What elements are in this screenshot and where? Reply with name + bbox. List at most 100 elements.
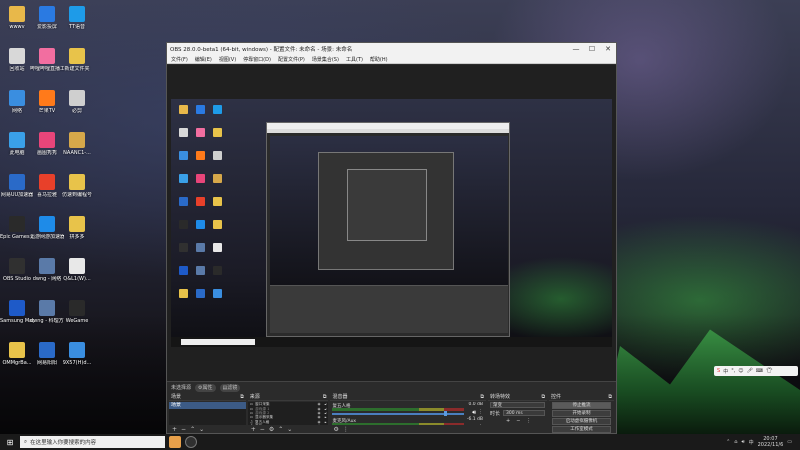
- eye-icon[interactable]: ◉: [317, 415, 321, 419]
- volume-knob[interactable]: [444, 411, 448, 416]
- move-down-icon[interactable]: ⌄: [199, 426, 204, 433]
- remove-scene-icon[interactable]: −: [181, 426, 186, 433]
- desktop-icon[interactable]: wwwv: [0, 6, 34, 30]
- menu-file[interactable]: 文件(F): [171, 56, 188, 63]
- add-transition-icon[interactable]: +: [506, 418, 510, 424]
- lock-icon[interactable]: 🔓︎: [324, 402, 328, 406]
- notification-icon[interactable]: ▭: [787, 439, 792, 445]
- minimize-button[interactable]: —: [568, 45, 584, 53]
- advanced-audio-icon[interactable]: ⚙: [333, 426, 338, 433]
- menu-scene-collection[interactable]: 场景集合(S): [312, 56, 339, 63]
- move-up-icon[interactable]: ⌃: [278, 426, 283, 433]
- desktop-icon[interactable]: 网络: [0, 90, 34, 114]
- scene-item[interactable]: 场景: [169, 402, 246, 409]
- ime-logo-icon[interactable]: S: [717, 368, 720, 374]
- undock-icon[interactable]: ⧉: [480, 394, 484, 400]
- desktop-icon[interactable]: 新建文件夹: [60, 48, 94, 72]
- ime-skin-icon[interactable]: 👕︎: [766, 368, 772, 374]
- volume-icon[interactable]: 🔊︎: [741, 439, 744, 445]
- eye-icon[interactable]: ◉: [317, 420, 321, 424]
- source-settings-icon[interactable]: ⚙: [269, 426, 274, 433]
- menu-help[interactable]: 帮助(H): [370, 56, 388, 63]
- ime-mic-icon[interactable]: 🎤︎: [747, 368, 753, 374]
- move-up-icon[interactable]: ⌃: [190, 426, 195, 433]
- undock-icon[interactable]: ⧉: [608, 394, 612, 400]
- transition-menu-icon[interactable]: ⋮: [526, 418, 531, 424]
- menu-edit[interactable]: 编辑(E): [195, 56, 212, 63]
- eye-icon[interactable]: ◉: [317, 411, 321, 415]
- taskbar-app-icon[interactable]: [169, 436, 181, 448]
- network-icon[interactable]: ⌂: [734, 439, 737, 445]
- desktop-icon[interactable]: 9X57(H)d...: [60, 342, 94, 366]
- undock-icon[interactable]: ⧉: [323, 394, 327, 400]
- undock-icon[interactable]: ⧉: [541, 394, 545, 400]
- eye-icon[interactable]: ◉: [317, 402, 321, 406]
- desktop-icon[interactable]: dwng - 科理方式: [30, 300, 64, 324]
- ime-icon[interactable]: 中: [749, 439, 754, 446]
- desktop-icon[interactable]: 芒果TV: [30, 90, 64, 114]
- input-method-bar[interactable]: S 中 °, ☺ 🎤︎ ⌨ 👕︎: [714, 366, 798, 376]
- start-recording-button[interactable]: 开始录制: [552, 410, 611, 417]
- ime-mode-icon[interactable]: 中: [723, 368, 728, 375]
- desktop-icon[interactable]: 仿速到编程号: [60, 174, 94, 198]
- desktop-icon[interactable]: Epic Games Launcher: [0, 216, 34, 240]
- desktop-icon[interactable]: dwng - 网络: [30, 258, 64, 282]
- add-scene-icon[interactable]: +: [172, 426, 177, 433]
- desktop-icon[interactable]: 必剪: [60, 90, 94, 114]
- filters-button[interactable]: ▤ 滤镜: [219, 383, 241, 392]
- start-virtual-camera-button[interactable]: 启动虚拟摄像机: [552, 418, 611, 425]
- preview-canvas[interactable]: [171, 99, 612, 347]
- desktop-icon[interactable]: 哔哩哔哩直播工具: [30, 48, 64, 72]
- desktop-icon[interactable]: 拼多多: [60, 216, 94, 240]
- menu-profile[interactable]: 配置文件(P): [278, 56, 305, 63]
- desktop-icon[interactable]: 此电脑: [0, 132, 34, 156]
- desktop-icon[interactable]: 喜马拉雅: [30, 174, 64, 198]
- lock-icon[interactable]: 🔓︎: [324, 407, 328, 411]
- menu-view[interactable]: 视图(V): [219, 56, 236, 63]
- eye-icon[interactable]: ◉: [317, 407, 321, 411]
- start-button[interactable]: ⊞: [0, 438, 20, 447]
- desktop-icon[interactable]: 爱影投屏: [30, 6, 64, 30]
- maximize-button[interactable]: ☐: [584, 45, 600, 53]
- desktop-icon[interactable]: WeGame: [60, 300, 94, 324]
- studio-mode-button[interactable]: 工作室模式: [552, 426, 611, 433]
- obs-taskbar-icon[interactable]: [185, 436, 197, 448]
- taskbar-search-box[interactable]: ⌕ 在这里输入你要搜索的内容: [20, 436, 165, 448]
- mixer-menu-icon[interactable]: ⋮: [343, 426, 349, 433]
- menu-tools[interactable]: 工具(T): [346, 56, 363, 63]
- title-bar[interactable]: OBS 28.0.0-beta1 (64-bit, windows) - 配置文…: [167, 43, 616, 55]
- volume-slider[interactable]: [332, 411, 464, 416]
- ime-emoji-icon[interactable]: ☺: [738, 368, 743, 374]
- ime-keyboard-icon[interactable]: ⌨: [756, 368, 763, 374]
- move-down-icon[interactable]: ⌄: [287, 426, 292, 433]
- desktop-icon[interactable]: 网易UU加速器: [0, 174, 34, 198]
- menu-docks[interactable]: 停靠窗口(D): [243, 56, 271, 63]
- desktop-icon[interactable]: TT语音: [60, 6, 94, 30]
- desktop-icon[interactable]: OMMgrBa...: [0, 342, 34, 366]
- remove-transition-icon[interactable]: −: [516, 418, 520, 424]
- duration-input[interactable]: 300 ms: [503, 410, 546, 416]
- desktop-icon[interactable]: Samsung Magician: [0, 300, 34, 324]
- desktop-icon[interactable]: 网易阳阳: [30, 342, 64, 366]
- properties-button[interactable]: ⚙ 属性: [195, 383, 216, 392]
- undock-icon[interactable]: ⧉: [240, 394, 244, 400]
- add-source-icon[interactable]: +: [251, 426, 256, 433]
- stop-streaming-button[interactable]: 停止推流: [552, 402, 611, 409]
- desktop-icon[interactable]: NAANC1-...: [60, 132, 94, 156]
- ime-punct-icon[interactable]: °,: [731, 368, 735, 374]
- channel-menu-icon[interactable]: ⋮: [478, 409, 483, 415]
- desktop-icon[interactable]: 画图秀秀: [30, 132, 64, 156]
- tray-expand-icon[interactable]: ⌃: [726, 439, 730, 445]
- lock-icon[interactable]: 🔓︎: [324, 411, 328, 415]
- lock-icon[interactable]: 🔒︎: [324, 415, 328, 419]
- clock[interactable]: 20:07 2022/11/6: [758, 436, 784, 448]
- desktop-icon[interactable]: Q&L1(W)...: [60, 258, 94, 282]
- desktop-icon[interactable]: 迅游网游加速器: [30, 216, 64, 240]
- preview-area[interactable]: [167, 65, 616, 381]
- remove-source-icon[interactable]: −: [260, 426, 265, 433]
- transition-select[interactable]: 渐变: [489, 402, 546, 408]
- close-button[interactable]: ✕: [600, 45, 616, 53]
- lock-icon[interactable]: 🔒︎: [324, 420, 328, 424]
- speaker-icon[interactable]: 🔊︎: [472, 409, 476, 417]
- desktop-icon[interactable]: OBS Studio: [0, 258, 34, 282]
